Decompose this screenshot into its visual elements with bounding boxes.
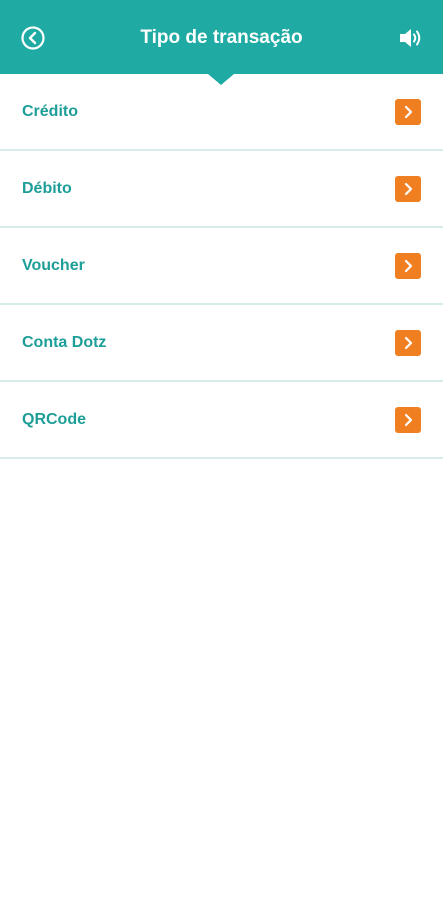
speaker-volume-icon (398, 26, 424, 50)
page-title: Tipo de transação (140, 27, 303, 48)
list-item-label: Voucher (22, 257, 85, 274)
sound-button[interactable] (398, 26, 424, 50)
circle-chevron-left-icon (20, 25, 46, 51)
list-item-voucher[interactable]: Voucher (0, 228, 443, 305)
chevron-right-icon (395, 253, 421, 279)
list-item-label: QRCode (22, 411, 86, 428)
transaction-type-list: Crédito Débito Voucher Conta Dotz QRCode (0, 74, 443, 459)
chevron-right-icon (395, 407, 421, 433)
list-item-credito[interactable]: Crédito (0, 74, 443, 151)
list-item-label: Crédito (22, 103, 78, 120)
list-item-label: Débito (22, 180, 72, 197)
back-button[interactable] (20, 25, 46, 51)
list-item-label: Conta Dotz (22, 334, 107, 351)
chevron-right-icon (395, 176, 421, 202)
list-item-debito[interactable]: Débito (0, 151, 443, 228)
list-item-qrcode[interactable]: QRCode (0, 382, 443, 459)
chevron-right-icon (395, 99, 421, 125)
list-item-conta-dotz[interactable]: Conta Dotz (0, 305, 443, 382)
chevron-right-icon (395, 330, 421, 356)
app-header: Tipo de transação (0, 0, 443, 74)
